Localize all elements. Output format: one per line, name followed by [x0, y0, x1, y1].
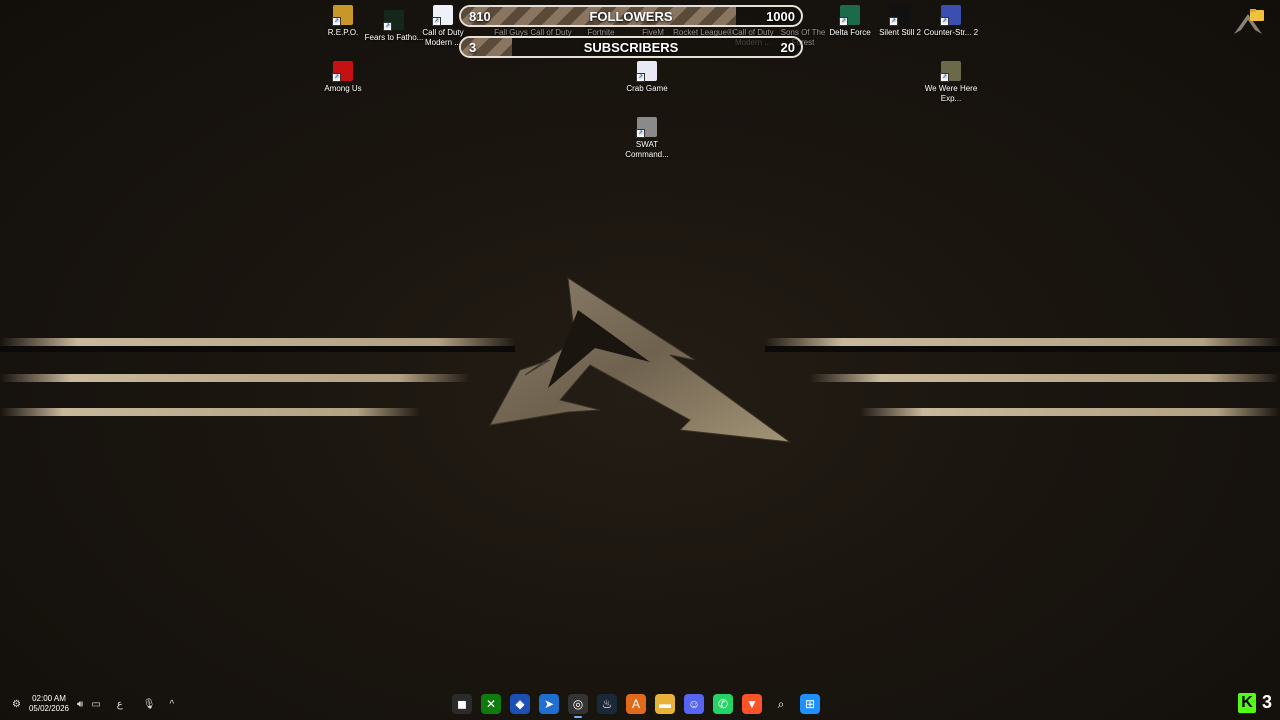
counter-strike-icon: ↗	[940, 5, 961, 26]
desktop-icon-label: Among Us	[324, 84, 362, 93]
search-icon[interactable]: ⌕	[771, 694, 791, 714]
shortcut-arrow-icon: ↗	[940, 73, 949, 82]
microphone-icon[interactable]: 🎙︎	[143, 699, 156, 710]
gem-app-icon[interactable]: ◆	[510, 694, 530, 714]
desktop-icon-label: SWAT Command...	[625, 140, 669, 159]
crab-game-icon: ↗	[636, 61, 657, 82]
system-tray: ⚙ 02:00 AM 05/02/2026 🔊︎ ▭ ع 🎙︎ ^	[12, 694, 174, 714]
xbox-icon[interactable]: ✕	[481, 694, 501, 714]
desktop-icon[interactable]: ↗ We Were Here Exp...	[920, 61, 982, 104]
whatsapp-icon[interactable]: ✆	[713, 694, 733, 714]
kick-icon: K	[1237, 692, 1256, 713]
shortcut-arrow-icon: ↗	[636, 129, 645, 138]
wallpaper-logo	[489, 277, 792, 443]
clock-time: 02:00 AM	[32, 694, 66, 703]
settings-icon[interactable]: ⚙	[12, 699, 21, 710]
taskbar-apps: ◼ ✕ ◆ ➤ ◎ ♨ A ▬ ☺ ✆ ▼ ⌕ ⊞	[452, 694, 820, 718]
fears-to-fathom-icon: ↗	[383, 10, 404, 31]
desktop-icon[interactable]: ↗ SWAT Command...	[616, 117, 678, 160]
we-were-here-icon: ↗	[940, 61, 961, 82]
subscribers-goal-bar: 3 SUBSCRIBERS 20	[459, 36, 803, 58]
app-a-icon[interactable]: A	[626, 694, 646, 714]
volume-icon[interactable]: 🔊︎	[77, 699, 83, 710]
discord-icon[interactable]: ☺	[684, 694, 704, 714]
kick-count: 3	[1261, 692, 1272, 712]
subscribers-goal: 20	[780, 40, 795, 55]
among-us-icon: ↗	[332, 61, 353, 82]
wallpaper-stripe	[765, 338, 1280, 346]
shortcut-arrow-icon: ↗	[889, 17, 898, 26]
wallpaper-stripe	[765, 346, 1280, 352]
wallpaper-stripe	[0, 346, 515, 352]
wallpaper-stripe	[0, 374, 470, 382]
folder-shortcut-icon[interactable]	[1230, 6, 1266, 42]
input-language[interactable]: ع	[117, 699, 123, 710]
subscribers-title: SUBSCRIBERS	[583, 40, 679, 55]
edge-dev-icon[interactable]: ➤	[539, 694, 559, 714]
repo-icon: ↗	[332, 5, 353, 26]
network-icon[interactable]: ▭	[91, 699, 100, 710]
followers-title: FOLLOWERS	[589, 9, 673, 24]
steam-icon[interactable]: ♨	[597, 694, 617, 714]
media-app-icon[interactable]: ◼	[452, 694, 472, 714]
shortcut-arrow-icon: ↗	[636, 73, 645, 82]
shortcut-arrow-icon: ↗	[332, 17, 341, 26]
delta-force-icon: ↗	[839, 5, 860, 26]
desktop-icon-label: Crab Game	[626, 84, 668, 93]
followers-goal-bar: 810 FOLLOWERS 1000	[459, 5, 803, 27]
chevron-up-icon[interactable]: ^	[169, 699, 174, 710]
folder-icon[interactable]: ▬	[655, 694, 675, 714]
shortcut-arrow-icon: ↗	[940, 17, 949, 26]
shortcut-arrow-icon: ↗	[332, 73, 341, 82]
clock-date: 05/02/2026	[28, 704, 70, 713]
desktop-icon-label: We Were Here Exp...	[924, 84, 978, 103]
shortcut-arrow-icon: ↗	[432, 17, 441, 26]
desktop-icon[interactable]: ↗ Among Us	[312, 61, 374, 94]
followers-goal: 1000	[766, 9, 795, 24]
kick-viewer-counter: K 3	[1237, 692, 1272, 713]
windows-start-icon[interactable]: ⊞	[800, 694, 820, 714]
desktop-icon-label: Counter-Str... 2	[923, 28, 979, 37]
desktop-icon[interactable]: ↗ Counter-Str... 2	[920, 5, 982, 38]
wallpaper-stripe	[860, 408, 1280, 416]
wallpaper-stripe	[0, 408, 420, 416]
brave-icon[interactable]: ▼	[742, 694, 762, 714]
silent-still-icon: ↗	[889, 5, 910, 26]
document-icon: ↗	[432, 5, 453, 26]
chrome-like-icon[interactable]: ◎	[568, 694, 588, 718]
swat-icon: ↗	[636, 117, 657, 138]
shortcut-arrow-icon: ↗	[839, 17, 848, 26]
taskbar: ⚙ 02:00 AM 05/02/2026 🔊︎ ▭ ع 🎙︎ ^ ◼ ✕ ◆ ➤ ◎ ♨…	[0, 688, 1280, 720]
desktop-icon[interactable]: ↗ Crab Game	[616, 61, 678, 94]
clock[interactable]: 02:00 AM 05/02/2026	[29, 694, 69, 714]
wallpaper-stripe	[0, 338, 515, 346]
wallpaper-stripe	[810, 374, 1280, 382]
shortcut-arrow-icon: ↗	[383, 22, 392, 31]
